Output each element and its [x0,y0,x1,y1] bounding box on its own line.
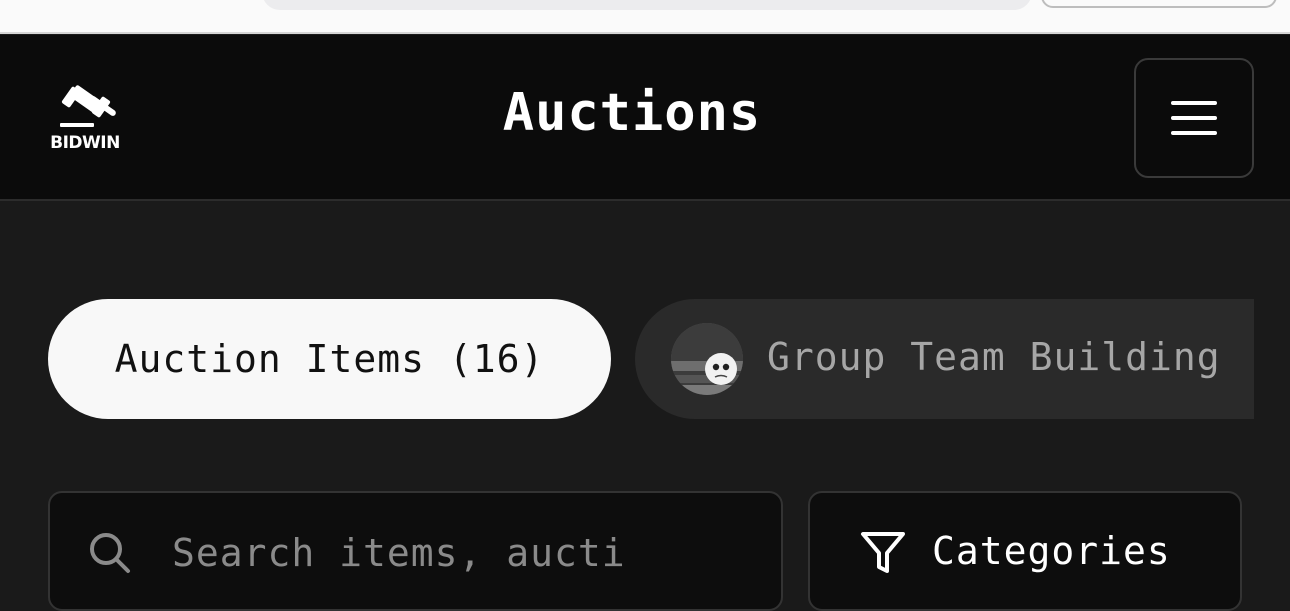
filter-icon [861,532,905,573]
search-input[interactable] [172,523,732,583]
auction-tabs: Auction Items (16) Group Team Building [48,299,1254,419]
search-icon [90,533,130,573]
app-header: BIDWIN Auctions [0,35,1290,201]
tab-group-team-building[interactable]: Group Team Building [635,299,1254,419]
tab-auction-items[interactable]: Auction Items (16) [48,299,611,419]
categories-label: Categories [932,529,1171,573]
search-box [48,491,783,611]
categories-button[interactable]: Categories [808,491,1242,611]
tab-label: Group Team Building [767,335,1221,379]
browser-toolbar-button[interactable] [1041,0,1277,8]
browser-toolbar [0,0,1290,34]
hamburger-menu-icon [1171,101,1217,135]
menu-button[interactable] [1134,58,1254,178]
page-title: Auctions [502,83,762,143]
tab-label: Auction Items (16) [114,337,545,381]
group-avatar [671,323,743,395]
browser-address-bar[interactable] [262,0,1032,10]
